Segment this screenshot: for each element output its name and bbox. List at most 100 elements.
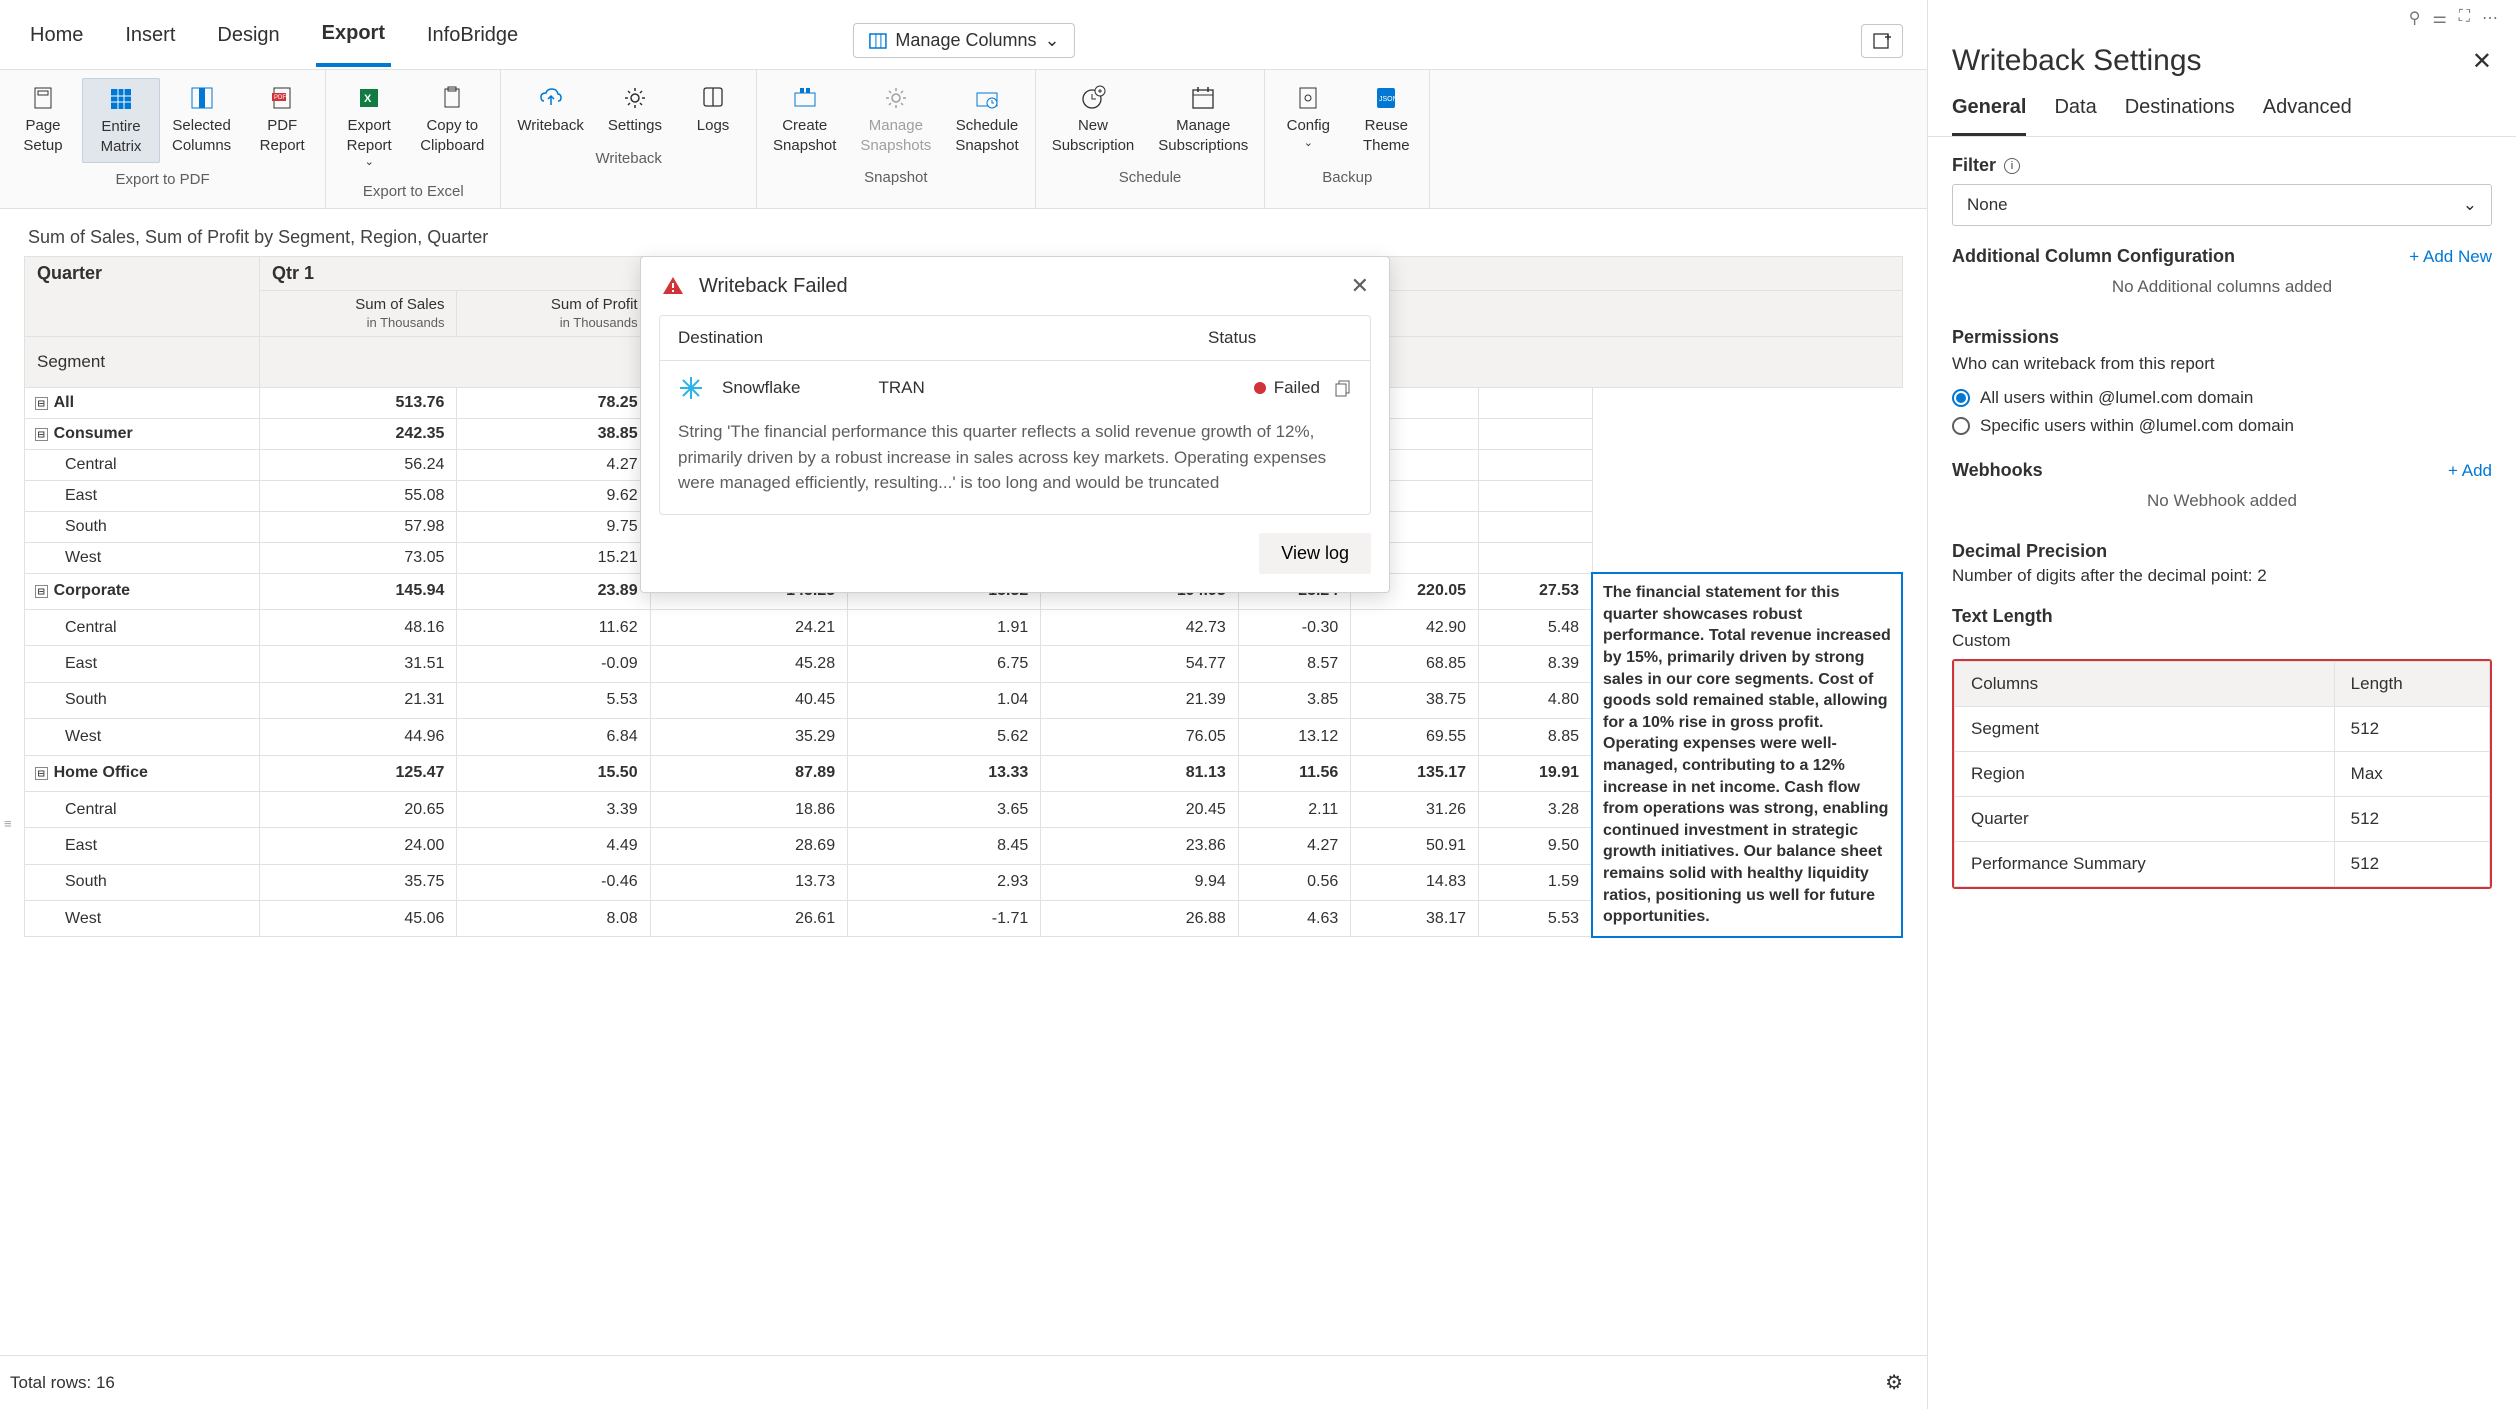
gear-icon bbox=[622, 85, 648, 111]
webhooks-label: Webhooks bbox=[1952, 460, 2043, 481]
export-report-button[interactable]: XExport Report⌄ bbox=[330, 78, 408, 175]
matrix-icon bbox=[108, 86, 134, 112]
close-icon[interactable]: ✕ bbox=[2472, 47, 2492, 76]
calendar-icon bbox=[1190, 85, 1216, 111]
expand-icon[interactable]: ⛶ bbox=[2459, 8, 2470, 28]
sp-tab-advanced[interactable]: Advanced bbox=[2263, 96, 2352, 136]
chevron-down-icon: ⌄ bbox=[2463, 195, 2477, 215]
chevron-down-icon: ⌄ bbox=[1044, 30, 1059, 51]
header-quarter[interactable]: Quarter bbox=[25, 257, 260, 336]
drag-handle-icon[interactable]: ≡ bbox=[4, 816, 12, 831]
collapse-icon[interactable]: ⊟ bbox=[35, 767, 48, 780]
tl-row[interactable]: Performance Summary512 bbox=[1955, 842, 2490, 887]
sel-cols-icon bbox=[189, 85, 215, 111]
sp-tab-general[interactable]: General bbox=[1952, 96, 2026, 136]
view-log-button[interactable]: View log bbox=[1259, 533, 1371, 574]
collapse-icon[interactable]: ⊟ bbox=[35, 585, 48, 598]
manage-subscriptions-button[interactable]: Manage Subscriptions bbox=[1146, 78, 1260, 161]
book-icon bbox=[700, 85, 726, 111]
add-panel-button[interactable] bbox=[1861, 24, 1903, 58]
panel-title: Writeback Settings bbox=[1952, 44, 2202, 78]
ribbon: Page Setup Entire Matrix Selected Column… bbox=[0, 70, 1927, 209]
popover-title: Writeback Failed bbox=[699, 275, 848, 298]
more-icon[interactable]: ⋯ bbox=[2482, 8, 2498, 28]
sp-tab-data[interactable]: Data bbox=[2054, 96, 2096, 136]
addl-empty-text: No Additional columns added bbox=[1952, 267, 2492, 307]
writeback-button[interactable]: Writeback bbox=[505, 78, 595, 142]
config-icon bbox=[1295, 85, 1321, 111]
permissions-label: Permissions bbox=[1952, 327, 2492, 348]
snowflake-icon bbox=[678, 375, 704, 401]
page-icon bbox=[30, 85, 56, 111]
filter-select[interactable]: None ⌄ bbox=[1952, 184, 2492, 226]
info-icon[interactable]: i bbox=[2004, 158, 2020, 174]
pdf-icon: PDF bbox=[269, 85, 295, 111]
tl-col-columns: Columns bbox=[1955, 662, 2335, 707]
logs-button[interactable]: Logs bbox=[674, 78, 752, 142]
text-length-mode: Custom bbox=[1952, 631, 2492, 651]
clock-plus-icon bbox=[1080, 85, 1106, 111]
text-length-table: Columns Length Segment512RegionMaxQuarte… bbox=[1952, 659, 2492, 889]
copy-icon[interactable] bbox=[1334, 379, 1352, 397]
group-schedule-label: Schedule bbox=[1036, 165, 1265, 194]
addl-config-label: Additional Column Configuration bbox=[1952, 246, 2235, 267]
tab-design[interactable]: Design bbox=[211, 16, 285, 65]
add-webhook-link[interactable]: + Add bbox=[2448, 461, 2492, 481]
tab-home[interactable]: Home bbox=[24, 16, 89, 65]
group-excel-label: Export to Excel bbox=[326, 179, 500, 208]
page-setup-button[interactable]: Page Setup bbox=[4, 78, 82, 163]
wb-settings-button[interactable]: Settings bbox=[596, 78, 674, 142]
group-snapshot-label: Snapshot bbox=[757, 165, 1035, 194]
pdf-report-button[interactable]: PDFPDF Report bbox=[243, 78, 321, 163]
tab-insert[interactable]: Insert bbox=[119, 16, 181, 65]
collapse-icon[interactable]: ⊟ bbox=[35, 428, 48, 441]
new-subscription-button[interactable]: New Subscription bbox=[1040, 78, 1147, 161]
header-q1[interactable]: Qtr 1 bbox=[259, 257, 650, 291]
text-length-label: Text Length bbox=[1952, 606, 2492, 627]
header-segment[interactable]: Segment bbox=[25, 336, 260, 387]
total-rows-label: Total rows: 16 bbox=[10, 1373, 115, 1393]
json-icon: JSON bbox=[1373, 85, 1399, 111]
group-pdf-label: Export to PDF bbox=[0, 167, 325, 196]
create-snapshot-button[interactable]: Create Snapshot bbox=[761, 78, 848, 161]
add-new-link[interactable]: + Add New bbox=[2409, 247, 2492, 267]
tab-infobridge[interactable]: InfoBridge bbox=[421, 16, 524, 65]
perm-option-specific[interactable]: Specific users within @lumel.com domain bbox=[1952, 412, 2492, 440]
main-tabbar: Home Insert Design Export InfoBridge Man… bbox=[0, 0, 1927, 70]
reuse-theme-button[interactable]: JSONReuse Theme bbox=[1347, 78, 1425, 161]
columns-icon bbox=[867, 31, 887, 51]
schedule-snapshot-button[interactable]: Schedule Snapshot bbox=[943, 78, 1030, 161]
tl-row[interactable]: Segment512 bbox=[1955, 707, 2490, 752]
footer-settings-icon[interactable]: ⚙ bbox=[1885, 1370, 1917, 1395]
col-destination: Destination bbox=[660, 316, 1190, 360]
perm-option-all[interactable]: All users within @lumel.com domain bbox=[1952, 384, 2492, 412]
manage-snapshots-button: Manage Snapshots bbox=[848, 78, 943, 161]
decimal-precision-value: Number of digits after the decimal point… bbox=[1952, 566, 2492, 586]
tab-export[interactable]: Export bbox=[316, 14, 391, 67]
writeback-settings-panel: ⚲ ⚌ ⛶ ⋯ Writeback Settings ✕ General Dat… bbox=[1928, 0, 2516, 1409]
entire-matrix-button[interactable]: Entire Matrix bbox=[82, 78, 160, 163]
config-button[interactable]: Config⌄ bbox=[1269, 78, 1347, 161]
status-dot-icon bbox=[1254, 382, 1266, 394]
performance-summary-cell[interactable]: The financial statement for this quarter… bbox=[1592, 573, 1902, 937]
filter-icon[interactable]: ⚌ bbox=[2432, 8, 2446, 28]
cloud-up-icon bbox=[538, 85, 564, 111]
webhooks-empty-text: No Webhook added bbox=[1952, 481, 2492, 521]
clipboard-icon bbox=[439, 85, 465, 111]
visual-title: Sum of Sales, Sum of Profit by Segment, … bbox=[0, 209, 1927, 256]
selected-columns-button[interactable]: Selected Columns bbox=[160, 78, 243, 163]
collapse-icon[interactable]: ⊟ bbox=[35, 397, 48, 410]
close-icon[interactable]: ✕ bbox=[1351, 273, 1369, 299]
group-backup-label: Backup bbox=[1265, 165, 1429, 194]
filter-label: Filter bbox=[1952, 155, 1996, 176]
copy-clipboard-button[interactable]: Copy to Clipboard bbox=[408, 78, 496, 175]
manage-columns-button[interactable]: Manage Columns ⌄ bbox=[852, 23, 1074, 58]
sp-tab-destinations[interactable]: Destinations bbox=[2125, 96, 2235, 136]
tl-row[interactable]: RegionMax bbox=[1955, 752, 2490, 797]
chevron-down-icon: ⌄ bbox=[365, 155, 374, 169]
col-status: Status bbox=[1190, 316, 1370, 360]
tl-row[interactable]: Quarter512 bbox=[1955, 797, 2490, 842]
gear-icon bbox=[883, 85, 909, 111]
dest-mode: TRAN bbox=[878, 378, 924, 398]
pin-icon[interactable]: ⚲ bbox=[2409, 8, 2421, 28]
